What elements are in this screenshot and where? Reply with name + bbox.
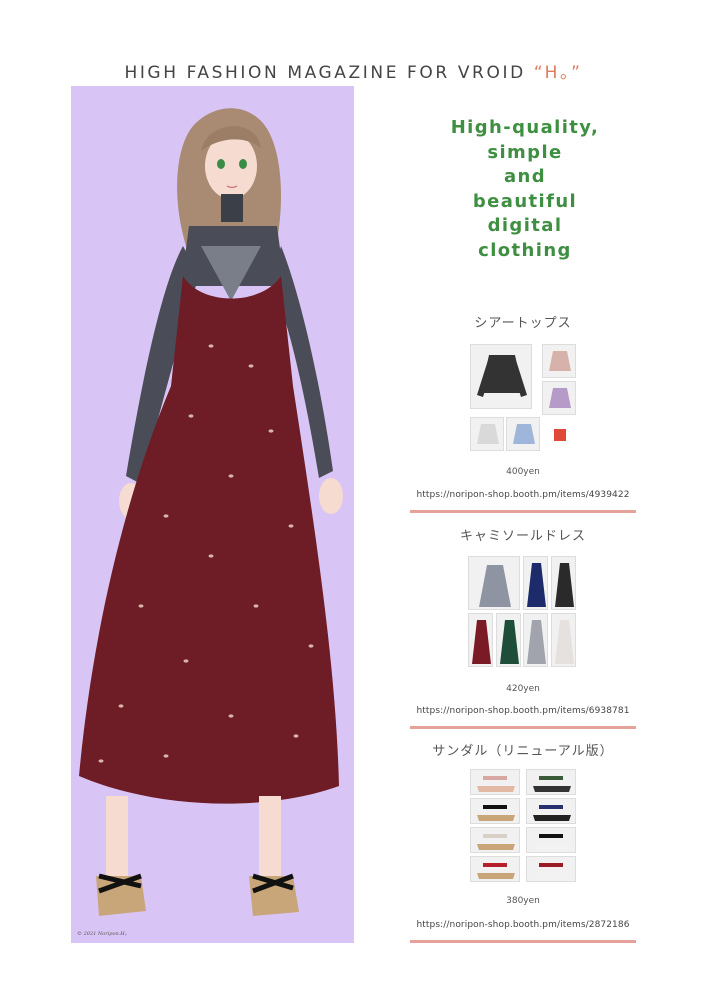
product-title: シアートップス (474, 316, 572, 331)
tagline: High-quality, simple and beautiful digit… (420, 116, 630, 263)
product-camisole-dress-price: 420yen (410, 684, 636, 694)
product-thumbnail-sandal[interactable] (470, 798, 520, 824)
product-thumbnail-sandal[interactable] (526, 798, 576, 824)
product-sandals-title: サンダル（リニューアル版） (410, 740, 636, 759)
product-thumbnail-green[interactable] (496, 613, 521, 667)
product-thumbnail-grey[interactable] (468, 556, 520, 610)
product-sheer-tops-price: 400yen (410, 467, 636, 477)
tagline-line: High-quality, (450, 117, 600, 138)
product-thumbnail-blue[interactable] (506, 417, 540, 451)
color-swatch-red[interactable] (554, 429, 566, 441)
product-title: キャミソールドレス (459, 529, 586, 544)
product-thumbnail-lavender[interactable] (542, 381, 576, 415)
product-price: 420yen (506, 684, 540, 694)
tagline-line: digital (487, 215, 563, 236)
product-thumbnail-black[interactable] (470, 344, 532, 409)
product-thumbnail-sandal[interactable] (470, 827, 520, 853)
tagline-line: beautiful (472, 190, 578, 212)
model-illustration (79, 108, 343, 916)
product-sandals-link[interactable]: https://noripon-shop.booth.pm/items/2872… (410, 920, 636, 930)
product-thumbnail-ivory[interactable] (551, 613, 576, 667)
copyright-text: © 2021 Noripon.H。 (77, 931, 130, 937)
product-thumbnail-sandal[interactable] (470, 856, 520, 882)
product-thumbnail-sandal[interactable] (470, 769, 520, 795)
product-thumbnail-silver[interactable] (523, 613, 548, 667)
product-thumbnail-burgundy[interactable] (468, 613, 493, 667)
product-price: 400yen (506, 467, 540, 477)
product-camisole-dress-link[interactable]: https://noripon-shop.booth.pm/items/6938… (410, 706, 636, 716)
masthead-text: HIGH FASHION MAGAZINE FOR VROID (124, 63, 526, 83)
product-thumbnail-sandal[interactable] (526, 769, 576, 795)
masthead-title: HIGH FASHION MAGAZINE FOR VROID “H。” (0, 58, 707, 83)
product-title: サンダル（リニューアル版） (432, 744, 614, 759)
section-divider (410, 726, 636, 729)
section-divider (410, 940, 636, 943)
tagline-line: simple (487, 141, 563, 163)
product-sandals-price: 380yen (410, 896, 636, 906)
product-url[interactable]: https://noripon-shop.booth.pm/items/6938… (410, 706, 636, 716)
product-sheer-tops-link[interactable]: https://noripon-shop.booth.pm/items/4939… (410, 490, 636, 500)
product-thumbnail-sandal[interactable] (526, 856, 576, 882)
product-url[interactable]: https://noripon-shop.booth.pm/items/4939… (410, 490, 636, 500)
product-sheer-tops-title: シアートップス (410, 312, 636, 331)
product-thumbnail-navy[interactable] (523, 556, 548, 610)
product-thumbnail-pink[interactable] (542, 344, 576, 378)
product-thumbnail-black-dress[interactable] (551, 556, 576, 610)
hero-image: © 2021 Noripon.H。 (71, 86, 354, 943)
product-thumbnail-white[interactable] (470, 417, 504, 451)
section-divider (410, 510, 636, 513)
masthead-brand: “H。” (533, 63, 583, 83)
product-url[interactable]: https://noripon-shop.booth.pm/items/2872… (410, 920, 636, 930)
product-camisole-dress-title: キャミソールドレス (410, 525, 636, 544)
product-thumbnail-sandal[interactable] (526, 827, 576, 853)
tagline-line: clothing (478, 239, 572, 261)
tagline-line: and (503, 166, 547, 187)
product-price: 380yen (506, 896, 540, 906)
